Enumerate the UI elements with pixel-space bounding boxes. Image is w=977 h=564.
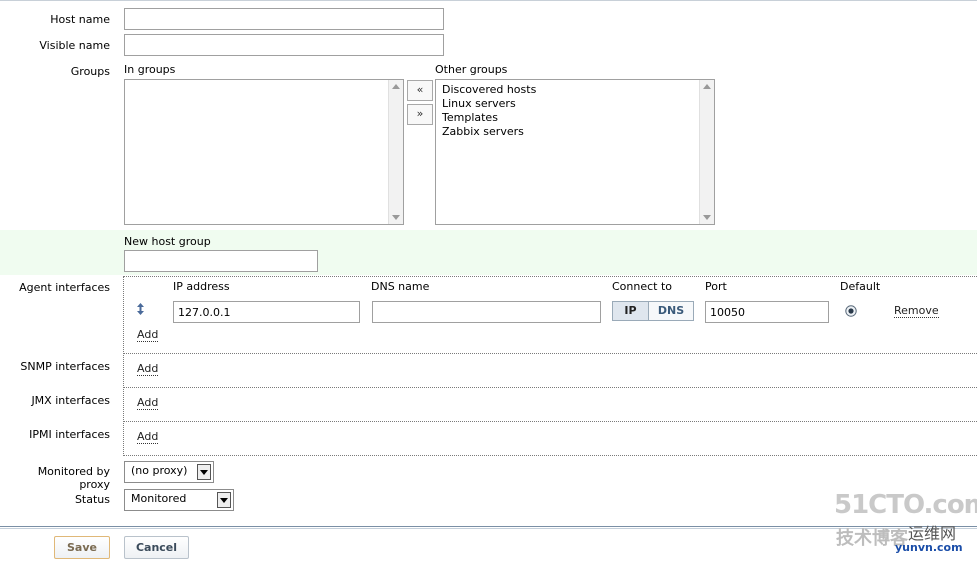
chevron-down-icon[interactable] <box>217 492 231 508</box>
divider <box>123 276 124 456</box>
ipmi-interfaces-label: IPMI interfaces <box>29 428 110 441</box>
visible-name-label: Visible name <box>39 39 110 52</box>
jmx-interfaces-label: JMX interfaces <box>31 394 110 407</box>
dns-name-input[interactable] <box>372 301 601 323</box>
in-groups-scrollbar[interactable] <box>388 80 403 224</box>
status-select-value: Monitored <box>131 492 187 505</box>
in-groups-list[interactable] <box>124 79 404 225</box>
other-groups-label: Other groups <box>435 63 508 76</box>
divider <box>123 421 977 422</box>
list-item[interactable]: Discovered hosts <box>436 83 714 97</box>
list-item[interactable]: Linux servers <box>436 97 714 111</box>
snmp-interfaces-label: SNMP interfaces <box>20 360 110 373</box>
scroll-up-icon[interactable] <box>392 84 400 89</box>
divider <box>123 353 977 354</box>
divider <box>123 387 977 388</box>
add-snmp-interface-link[interactable]: Add <box>137 363 159 376</box>
port-input[interactable] <box>705 301 829 323</box>
watermark-url: yunvn.com <box>895 541 963 554</box>
host-name-input[interactable] <box>124 8 444 30</box>
scroll-up-icon[interactable] <box>703 84 711 89</box>
status-select[interactable]: Monitored <box>124 489 234 511</box>
col-port: Port <box>705 280 727 293</box>
new-host-group-input[interactable] <box>124 250 318 272</box>
top-border <box>0 0 977 1</box>
other-groups-scrollbar[interactable] <box>699 80 714 224</box>
scroll-down-icon[interactable] <box>703 215 711 220</box>
save-button[interactable]: Save <box>54 536 110 559</box>
col-dns-name: DNS name <box>371 280 430 293</box>
visible-name-input[interactable] <box>124 34 444 56</box>
connect-dns-button[interactable]: DNS <box>648 301 694 321</box>
chevron-down-icon[interactable] <box>197 464 211 480</box>
footer-divider <box>0 526 977 527</box>
ip-address-input[interactable] <box>173 301 360 323</box>
col-connect-to: Connect to <box>612 280 673 293</box>
list-item[interactable]: Zabbix servers <box>436 125 714 139</box>
add-jmx-interface-link[interactable]: Add <box>137 397 159 410</box>
footer-divider <box>0 528 977 529</box>
agent-interfaces-label: Agent interfaces <box>19 281 110 294</box>
in-groups-label: In groups <box>124 63 176 76</box>
divider <box>123 455 977 456</box>
new-host-group-label: New host group <box>124 235 211 248</box>
watermark-logo: 51CTO.com <box>834 490 977 520</box>
col-ip-address: IP address <box>173 280 230 293</box>
scroll-down-icon[interactable] <box>392 215 400 220</box>
add-agent-interface-link[interactable]: Add <box>137 329 159 342</box>
cancel-button[interactable]: Cancel <box>124 536 189 559</box>
move-right-button[interactable]: » <box>407 104 433 125</box>
drag-handle-icon[interactable] <box>136 303 145 315</box>
monitored-by-proxy-label: Monitored by proxy <box>37 465 110 491</box>
host-name-label: Host name <box>50 13 110 26</box>
proxy-select-value: (no proxy) <box>131 464 188 477</box>
list-item[interactable]: Templates <box>436 111 714 125</box>
divider <box>123 276 977 277</box>
proxy-select[interactable]: (no proxy) <box>124 461 214 483</box>
move-left-button[interactable]: « <box>407 80 433 101</box>
groups-label: Groups <box>70 65 110 78</box>
default-radio[interactable] <box>845 305 857 317</box>
col-default: Default <box>840 280 881 293</box>
status-label: Status <box>74 493 110 506</box>
other-groups-list[interactable]: Discovered hosts Linux servers Templates… <box>435 79 715 225</box>
remove-interface-link[interactable]: Remove <box>894 305 939 318</box>
connect-ip-button[interactable]: IP <box>612 301 649 321</box>
add-ipmi-interface-link[interactable]: Add <box>137 431 159 444</box>
